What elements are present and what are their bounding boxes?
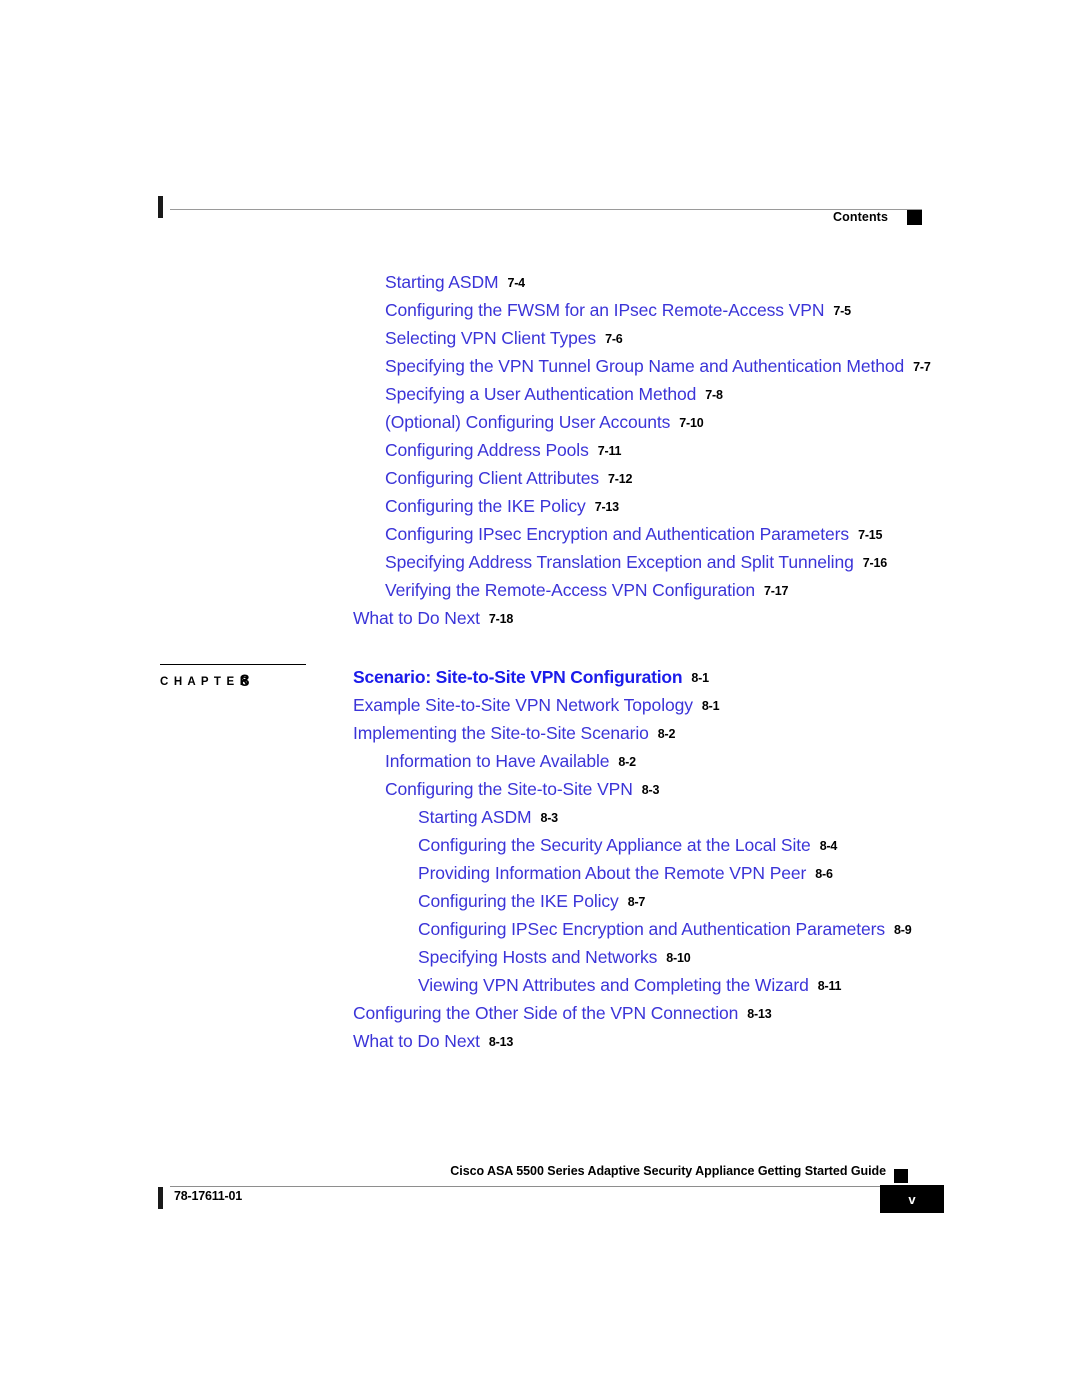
toc-entry-label[interactable]: Configuring the Security Appliance at th… <box>418 835 811 855</box>
toc-entry[interactable]: Starting ASDM 7-4 <box>0 272 1080 300</box>
toc-entry-label[interactable]: What to Do Next <box>353 1031 480 1051</box>
toc-entry-label[interactable]: Information to Have Available <box>385 751 610 771</box>
toc-entry[interactable]: Specifying the VPN Tunnel Group Name and… <box>0 356 1080 384</box>
running-header: Contents <box>158 196 922 236</box>
toc-entry[interactable]: Configuring IPsec Encryption and Authent… <box>0 524 1080 552</box>
toc-entry-page: 7-11 <box>597 443 622 458</box>
toc-entry-label[interactable]: Viewing VPN Attributes and Completing th… <box>418 975 809 995</box>
footer-rule <box>170 1186 910 1187</box>
toc-entry-page: 7-4 <box>507 275 525 290</box>
toc-entry[interactable]: Specifying Hosts and Networks 8-10 <box>0 947 1080 975</box>
toc-entry[interactable]: Viewing VPN Attributes and Completing th… <box>0 975 1080 1003</box>
footer-document-number: 78-17611-01 <box>174 1189 243 1203</box>
toc-entry-label[interactable]: Starting ASDM <box>385 272 499 292</box>
header-label: Contents <box>833 210 888 224</box>
toc-spacer <box>0 636 1080 667</box>
toc-entry[interactable]: Verifying the Remote-Access VPN Configur… <box>0 580 1080 608</box>
toc-entry[interactable]: Configuring the IKE Policy 8-7 <box>0 891 1080 919</box>
toc-entry-label[interactable]: Configuring IPSec Encryption and Authent… <box>418 919 885 939</box>
toc-entry-label[interactable]: Configuring the IKE Policy <box>385 496 586 516</box>
toc-entry-page: 8-3 <box>540 810 558 825</box>
toc-entry[interactable]: Example Site-to-Site VPN Network Topolog… <box>0 695 1080 723</box>
toc-entry[interactable]: Information to Have Available 8-2 <box>0 751 1080 779</box>
toc-entry-page: 7-15 <box>858 527 883 542</box>
toc-entry[interactable]: Configuring IPSec Encryption and Authent… <box>0 919 1080 947</box>
toc-entry[interactable]: Providing Information About the Remote V… <box>0 863 1080 891</box>
toc-entry-label[interactable]: Verifying the Remote-Access VPN Configur… <box>385 580 755 600</box>
toc-entry-label[interactable]: Scenario: Site-to-Site VPN Configuration <box>353 667 683 687</box>
footer-book-title: Cisco ASA 5500 Series Adaptive Security … <box>450 1164 886 1178</box>
toc-entry-page: 8-4 <box>819 838 838 853</box>
table-of-contents: Starting ASDM 7-4 Configuring the FWSM for… <box>0 272 1080 1059</box>
toc-entry[interactable]: Configuring the IKE Policy 7-13 <box>0 496 1080 524</box>
toc-entry-page: 7-10 <box>679 415 704 430</box>
footer-square-marker <box>894 1169 908 1183</box>
document-page: Contents C H A P T E R 8 Starting ASDM 7-… <box>0 0 1080 1397</box>
toc-entry[interactable]: Specifying Address Translation Exception… <box>0 552 1080 580</box>
toc-entry-label[interactable]: Providing Information About the Remote V… <box>418 863 806 883</box>
toc-entry-page: 8-11 <box>817 978 842 993</box>
toc-entry-label[interactable]: Starting ASDM <box>418 807 532 827</box>
toc-entry[interactable]: What to Do Next 8-13 <box>0 1031 1080 1059</box>
toc-entry-page: 8-10 <box>666 950 691 965</box>
toc-entry[interactable]: (Optional) Configuring User Accounts 7-10 <box>0 412 1080 440</box>
footer-page-number: v <box>880 1185 944 1213</box>
toc-entry[interactable]: Configuring the Site-to-Site VPN 8-3 <box>0 779 1080 807</box>
toc-entry-label[interactable]: Configuring IPsec Encryption and Authent… <box>385 524 849 544</box>
toc-entry-page: 8-13 <box>488 1034 514 1049</box>
toc-entry-page: 7-16 <box>862 555 887 570</box>
toc-entry-page: 8-13 <box>747 1006 772 1021</box>
toc-entry-label[interactable]: Specifying a User Authentication Method <box>385 384 696 404</box>
toc-entry-page: 7-18 <box>488 611 514 626</box>
toc-entry-page: 8-2 <box>618 754 636 769</box>
toc-entry-label[interactable]: Example Site-to-Site VPN Network Topolog… <box>353 695 693 715</box>
toc-chapter-entry[interactable]: Scenario: Site-to-Site VPN Configuration… <box>0 667 1080 695</box>
toc-entry-page: 8-1 <box>691 670 709 685</box>
toc-entry[interactable]: Selecting VPN Client Types 7-6 <box>0 328 1080 356</box>
toc-entry-page: 7-13 <box>594 499 619 514</box>
toc-entry-label[interactable]: What to Do Next <box>353 608 480 628</box>
toc-entry-label[interactable]: Implementing the Site-to-Site Scenario <box>353 723 649 743</box>
toc-entry-label[interactable]: Configuring the Other Side of the VPN Co… <box>353 1003 738 1023</box>
toc-entry-page: 7-12 <box>608 471 633 486</box>
toc-entry-label[interactable]: Specifying Hosts and Networks <box>418 947 657 967</box>
toc-entry-page: 8-6 <box>815 866 833 881</box>
toc-entry-label[interactable]: Configuring the Site-to-Site VPN <box>385 779 633 799</box>
toc-entry[interactable]: Configuring the Security Appliance at th… <box>0 835 1080 863</box>
toc-entry[interactable]: Configuring the FWSM for an IPsec Remote… <box>0 300 1080 328</box>
toc-entry-label[interactable]: Configuring the FWSM for an IPsec Remote… <box>385 300 824 320</box>
toc-entry[interactable]: Specifying a User Authentication Method 7… <box>0 384 1080 412</box>
toc-entry-label[interactable]: Configuring Client Attributes <box>385 468 599 488</box>
toc-entry-page: 8-3 <box>641 782 660 797</box>
toc-entry[interactable]: Implementing the Site-to-Site Scenario 8-… <box>0 723 1080 751</box>
toc-entry[interactable]: What to Do Next 7-18 <box>0 608 1080 636</box>
header-margin-tick <box>158 196 163 218</box>
toc-entry-label[interactable]: Selecting VPN Client Types <box>385 328 596 348</box>
toc-entry-page: 7-17 <box>763 583 789 598</box>
toc-entry-page: 7-8 <box>705 387 723 402</box>
toc-entry-label[interactable]: Specifying the VPN Tunnel Group Name and… <box>385 356 904 376</box>
footer-margin-tick <box>158 1187 163 1209</box>
toc-entry[interactable]: Configuring the Other Side of the VPN Co… <box>0 1003 1080 1031</box>
toc-entry-label[interactable]: (Optional) Configuring User Accounts <box>385 412 670 432</box>
toc-entry-page: 7-7 <box>913 359 931 374</box>
header-square-marker <box>907 210 922 225</box>
toc-entry-label[interactable]: Specifying Address Translation Exception… <box>385 552 854 572</box>
toc-entry-page: 7-6 <box>605 331 623 346</box>
toc-entry[interactable]: Configuring Client Attributes 7-12 <box>0 468 1080 496</box>
toc-entry-label[interactable]: Configuring the IKE Policy <box>418 891 619 911</box>
toc-entry-page: 8-9 <box>893 922 912 937</box>
toc-entry[interactable]: Starting ASDM 8-3 <box>0 807 1080 835</box>
toc-entry-label[interactable]: Configuring Address Pools <box>385 440 589 460</box>
toc-entry-page: 7-5 <box>833 303 851 318</box>
toc-entry-page: 8-7 <box>627 894 646 909</box>
page-footer: Cisco ASA 5500 Series Adaptive Security … <box>158 1164 944 1224</box>
toc-entry[interactable]: Configuring Address Pools 7-11 <box>0 440 1080 468</box>
toc-entry-page: 8-2 <box>657 726 676 741</box>
toc-entry-page: 8-1 <box>701 698 720 713</box>
header-rule <box>170 209 922 210</box>
